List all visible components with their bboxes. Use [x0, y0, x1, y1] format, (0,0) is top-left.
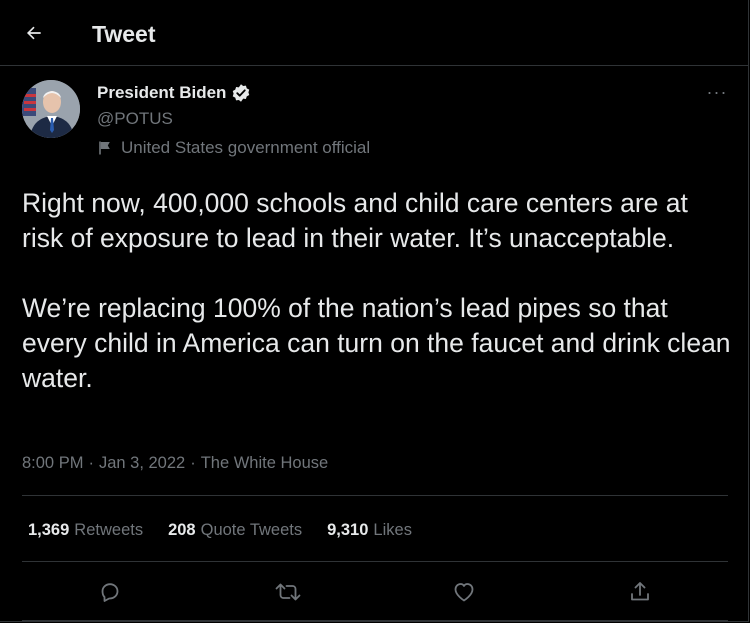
more-icon: ··· — [706, 81, 728, 102]
retweet-button[interactable] — [268, 572, 308, 612]
page-header: Tweet — [0, 0, 748, 66]
verified-badge-icon — [231, 83, 251, 103]
reply-button[interactable] — [90, 572, 130, 612]
quote-tweets-count: 208 — [168, 521, 196, 539]
share-icon — [631, 582, 649, 601]
quote-tweets-label: Quote Tweets — [200, 521, 303, 539]
tweet-metadata: 8:00 PM · Jan 3, 2022 · The White House — [22, 452, 328, 474]
retweet-icon — [275, 583, 301, 601]
avatar[interactable] — [22, 80, 80, 138]
likes-stat[interactable]: 9,310 Likes — [327, 519, 412, 541]
author-name: President Biden — [97, 83, 227, 102]
avatar-image — [22, 80, 80, 138]
more-options-button[interactable]: ··· — [700, 80, 734, 104]
tweet-text: Right now, 400,000 schools and child car… — [22, 188, 731, 393]
share-button[interactable] — [620, 572, 660, 612]
heart-icon — [454, 583, 474, 602]
divider — [22, 561, 728, 562]
government-label: United States government official — [97, 137, 370, 159]
divider — [22, 620, 728, 621]
likes-label: Likes — [373, 521, 412, 539]
back-button[interactable] — [16, 15, 52, 51]
retweets-label: Retweets — [74, 521, 144, 539]
retweets-stat[interactable]: 1,369 Retweets — [28, 519, 143, 541]
author-name-row[interactable]: President Biden — [97, 82, 251, 104]
tweet-time[interactable]: 8:00 PM — [22, 452, 83, 474]
like-button[interactable] — [444, 572, 484, 612]
divider — [22, 495, 728, 496]
page-title: Tweet — [92, 21, 156, 47]
retweets-count: 1,369 — [28, 521, 70, 539]
quote-tweets-stat[interactable]: 208 Quote Tweets — [168, 519, 302, 541]
government-label-text: United States government official — [121, 138, 371, 157]
likes-count: 9,310 — [327, 521, 369, 539]
meta-separator: · — [88, 454, 94, 472]
tweet-actions — [22, 572, 728, 612]
tweet-date[interactable]: Jan 3, 2022 — [99, 452, 185, 474]
flag-icon — [97, 140, 113, 156]
reply-icon — [101, 583, 119, 602]
author-handle[interactable]: @POTUS — [97, 108, 173, 130]
tweet-stats: 1,369 Retweets 208 Quote Tweets 9,310 Likes — [28, 519, 437, 541]
tweet-source[interactable]: The White House — [201, 452, 328, 474]
arrow-left-icon — [26, 26, 41, 40]
meta-separator: · — [190, 454, 196, 472]
